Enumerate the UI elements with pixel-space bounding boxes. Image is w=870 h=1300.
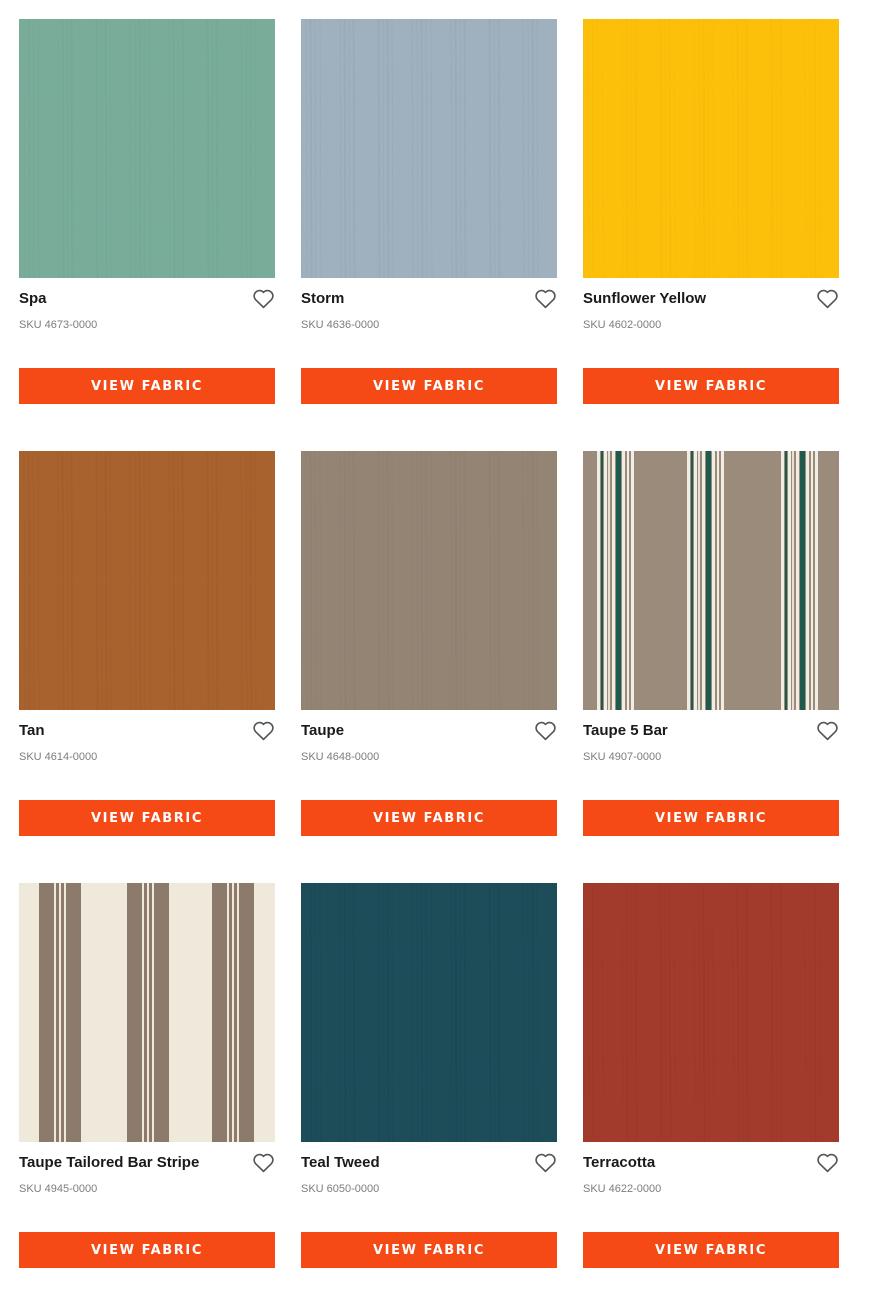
view-fabric-button[interactable]: VIEW FABRIC bbox=[583, 800, 839, 836]
fabric-swatch-image[interactable] bbox=[301, 451, 557, 710]
fabric-swatch-image[interactable] bbox=[19, 883, 275, 1142]
product-name[interactable]: Sunflower Yellow bbox=[583, 290, 706, 307]
title-row: Teal Tweed bbox=[301, 1151, 557, 1177]
heart-icon[interactable] bbox=[252, 1152, 275, 1173]
product-sku: SKU 4673-0000 bbox=[19, 319, 98, 331]
product-name[interactable]: Taupe 5 Bar bbox=[583, 722, 668, 739]
product-sku: SKU 4945-0000 bbox=[19, 1183, 98, 1195]
product-grid: Spa SKU 4673-0000 VIEW FABRIC Storm SKU … bbox=[19, 19, 839, 1269]
fabric-swatch-image[interactable] bbox=[583, 883, 839, 1142]
fabric-swatch-image[interactable] bbox=[301, 19, 557, 278]
product-name[interactable]: Spa bbox=[19, 290, 47, 307]
product-card: Teal Tweed SKU 6050-0000 VIEW FABRIC bbox=[301, 883, 557, 1269]
product-card: Terracotta SKU 4622-0000 VIEW FABRIC bbox=[583, 883, 839, 1269]
product-name[interactable]: Taupe Tailored Bar Stripe bbox=[19, 1154, 199, 1171]
heart-icon[interactable] bbox=[816, 1152, 839, 1173]
product-name[interactable]: Tan bbox=[19, 722, 45, 739]
fabric-swatch-image[interactable] bbox=[19, 451, 275, 710]
view-fabric-button[interactable]: VIEW FABRIC bbox=[19, 1232, 275, 1268]
title-row: Taupe 5 Bar bbox=[583, 719, 839, 745]
heart-icon[interactable] bbox=[816, 720, 839, 741]
title-row: Sunflower Yellow bbox=[583, 287, 839, 313]
heart-icon[interactable] bbox=[816, 288, 839, 309]
title-row: Tan bbox=[19, 719, 275, 745]
fabric-swatch-image[interactable] bbox=[301, 883, 557, 1142]
product-card: Sunflower Yellow SKU 4602-0000 VIEW FABR… bbox=[583, 19, 839, 405]
product-sku: SKU 4907-0000 bbox=[583, 751, 662, 763]
product-name[interactable]: Terracotta bbox=[583, 1154, 655, 1171]
product-name[interactable]: Teal Tweed bbox=[301, 1154, 380, 1171]
product-sku: SKU 4622-0000 bbox=[583, 1183, 662, 1195]
product-sku: SKU 6050-0000 bbox=[301, 1183, 380, 1195]
title-row: Storm bbox=[301, 287, 557, 313]
title-row: Terracotta bbox=[583, 1151, 839, 1177]
heart-icon[interactable] bbox=[534, 1152, 557, 1173]
fabric-swatch-image[interactable] bbox=[19, 19, 275, 278]
product-name[interactable]: Taupe bbox=[301, 722, 344, 739]
view-fabric-button[interactable]: VIEW FABRIC bbox=[301, 800, 557, 836]
product-card: Taupe 5 Bar SKU 4907-0000 VIEW FABRIC bbox=[583, 451, 839, 837]
product-card: Taupe SKU 4648-0000 VIEW FABRIC bbox=[301, 451, 557, 837]
title-row: Spa bbox=[19, 287, 275, 313]
view-fabric-button[interactable]: VIEW FABRIC bbox=[19, 800, 275, 836]
product-card: Spa SKU 4673-0000 VIEW FABRIC bbox=[19, 19, 275, 405]
fabric-swatch-image[interactable] bbox=[583, 451, 839, 710]
view-fabric-button[interactable]: VIEW FABRIC bbox=[583, 368, 839, 404]
view-fabric-button[interactable]: VIEW FABRIC bbox=[19, 368, 275, 404]
product-sku: SKU 4636-0000 bbox=[301, 319, 380, 331]
product-sku: SKU 4602-0000 bbox=[583, 319, 662, 331]
view-fabric-button[interactable]: VIEW FABRIC bbox=[583, 1232, 839, 1268]
product-name[interactable]: Storm bbox=[301, 290, 344, 307]
product-sku: SKU 4614-0000 bbox=[19, 751, 98, 763]
product-card: Storm SKU 4636-0000 VIEW FABRIC bbox=[301, 19, 557, 405]
view-fabric-button[interactable]: VIEW FABRIC bbox=[301, 1232, 557, 1268]
product-sku: SKU 4648-0000 bbox=[301, 751, 380, 763]
product-card: Taupe Tailored Bar Stripe SKU 4945-0000 … bbox=[19, 883, 275, 1269]
product-card: Tan SKU 4614-0000 VIEW FABRIC bbox=[19, 451, 275, 837]
heart-icon[interactable] bbox=[252, 288, 275, 309]
heart-icon[interactable] bbox=[534, 288, 557, 309]
view-fabric-button[interactable]: VIEW FABRIC bbox=[301, 368, 557, 404]
title-row: Taupe bbox=[301, 719, 557, 745]
heart-icon[interactable] bbox=[534, 720, 557, 741]
heart-icon[interactable] bbox=[252, 720, 275, 741]
title-row: Taupe Tailored Bar Stripe bbox=[19, 1151, 275, 1177]
fabric-swatch-image[interactable] bbox=[583, 19, 839, 278]
